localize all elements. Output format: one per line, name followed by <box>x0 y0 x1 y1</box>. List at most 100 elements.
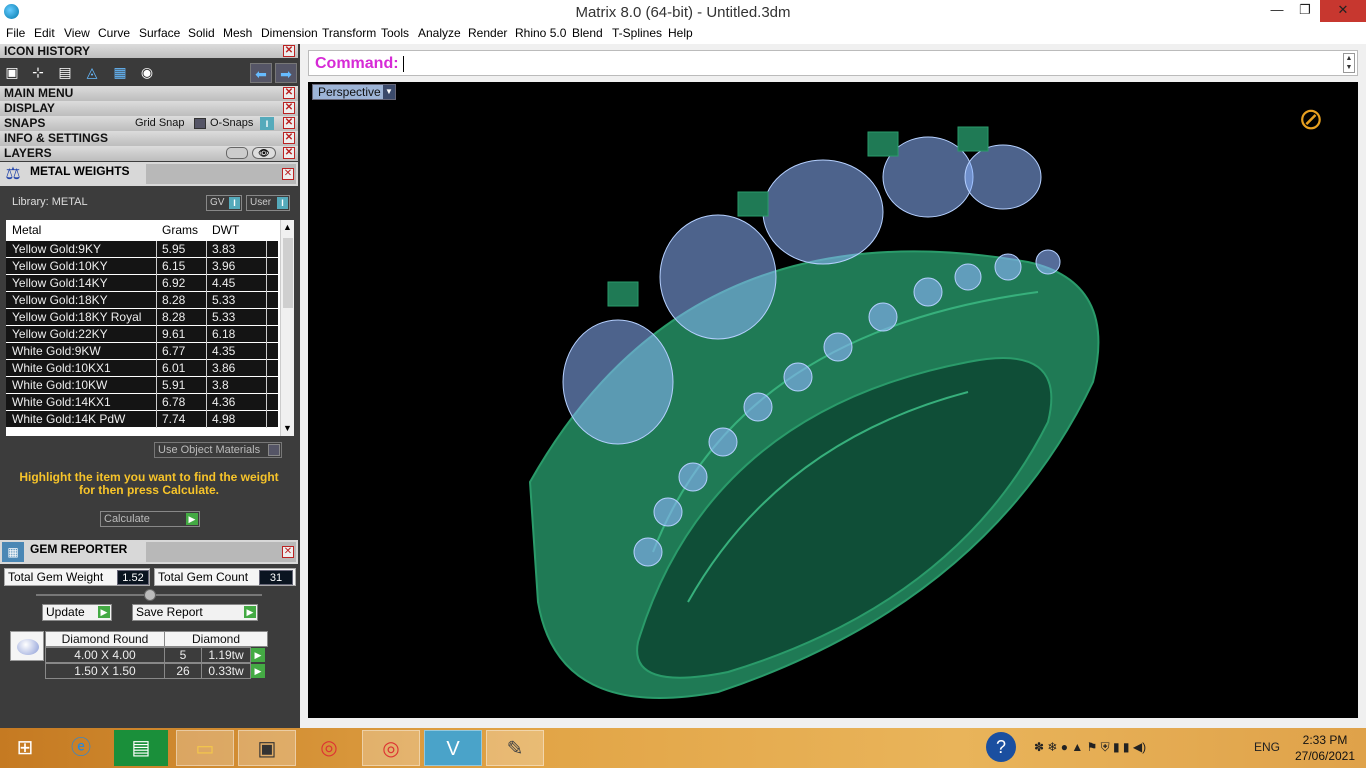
o-snaps-toggle[interactable]: I <box>260 117 274 130</box>
document-icon[interactable]: ▤ <box>55 62 75 82</box>
language-indicator[interactable]: ENG <box>1254 738 1280 756</box>
matrix-icon[interactable]: ▣ <box>238 730 296 766</box>
command-bar[interactable]: Command: ▲ ▼ <box>308 50 1358 76</box>
start-button[interactable]: ⊞ <box>0 730 54 766</box>
info-settings-header[interactable]: INFO & SETTINGS ✕ <box>0 131 298 146</box>
maximize-button[interactable]: ❐ <box>1290 0 1320 22</box>
column-divider <box>156 360 157 377</box>
scroll-thumb[interactable] <box>283 238 293 308</box>
save-icon[interactable]: ▣ <box>2 62 22 82</box>
play-icon[interactable]: ▶ <box>251 648 265 662</box>
table-row[interactable]: White Gold:10KW 5.91 3.8 <box>6 377 278 394</box>
column-divider <box>206 377 207 394</box>
menu-analyze[interactable]: Analyze <box>418 26 461 40</box>
menu-mesh[interactable]: Mesh <box>223 26 252 40</box>
menu-edit[interactable]: Edit <box>34 26 55 40</box>
use-object-materials-check[interactable] <box>268 444 280 456</box>
gem-size[interactable]: 4.00 X 4.00 <box>45 647 165 663</box>
gem-icon[interactable]: ◬ <box>82 62 102 82</box>
scroll-down-icon[interactable]: ▼ <box>283 423 292 433</box>
menu-tools[interactable]: Tools <box>381 26 409 40</box>
use-object-materials-toggle[interactable]: Use Object Materials <box>154 442 282 458</box>
menu-view[interactable]: View <box>64 26 90 40</box>
table-row[interactable]: Yellow Gold:14KY 6.92 4.45 <box>6 275 278 292</box>
folder-icon[interactable]: ▭ <box>176 730 234 766</box>
clock[interactable]: 2:33 PM 27/06/2021 <box>1290 732 1360 764</box>
tray-icons[interactable]: ✽ ❄ ● ▲ ⚑ ⛨ ▮ ▮ ◀) <box>1034 738 1146 756</box>
metal-name: Yellow Gold:22KY <box>12 327 108 341</box>
minimize-button[interactable]: — <box>1262 0 1292 22</box>
menu-curve[interactable]: Curve <box>98 26 130 40</box>
menu-rhino[interactable]: Rhino 5.0 <box>515 26 566 40</box>
layers-header[interactable]: LAYERS 👁 ✕ <box>0 146 298 161</box>
menu-tsplines[interactable]: T-Splines <box>612 26 662 40</box>
grid-snap-label[interactable]: Grid Snap <box>135 116 185 131</box>
grid-snap-toggle[interactable] <box>194 118 206 129</box>
save-report-button[interactable]: Save Report ▶ <box>132 604 258 621</box>
close-icon[interactable]: ✕ <box>283 117 295 129</box>
eye-icon[interactable]: 👁 <box>252 147 276 159</box>
metal-scrollbar[interactable]: ▲ ▼ <box>280 220 294 436</box>
close-icon[interactable]: ✕ <box>282 546 294 558</box>
chrome-icon[interactable]: ◎ <box>362 730 420 766</box>
ring-tool-icon[interactable]: ⊘ <box>1294 100 1328 140</box>
user-toggle[interactable]: User I <box>246 195 290 211</box>
splitter-slider[interactable] <box>36 589 262 601</box>
menu-transform[interactable]: Transform <box>322 26 376 40</box>
col-grams[interactable]: Grams <box>156 220 198 240</box>
table-row[interactable]: Yellow Gold:10KY 6.15 3.96 <box>6 258 278 275</box>
menu-file[interactable]: File <box>6 26 25 40</box>
table-row[interactable]: Yellow Gold:18KY 8.28 5.33 <box>6 292 278 309</box>
paint-icon[interactable]: ✎ <box>486 730 544 766</box>
close-icon[interactable]: ✕ <box>283 45 295 57</box>
forward-arrow-icon[interactable]: ➡ <box>275 63 297 83</box>
play-icon[interactable]: ▶ <box>251 664 265 678</box>
icon-history-header[interactable]: ICON HISTORY ✕ <box>0 44 298 59</box>
ie-icon[interactable]: ⓔ <box>52 730 110 766</box>
calculate-button[interactable]: Calculate ▶ <box>100 511 200 527</box>
close-icon[interactable]: ✕ <box>283 132 295 144</box>
column-divider <box>156 394 157 411</box>
close-icon[interactable]: ✕ <box>283 147 295 159</box>
close-icon[interactable]: ✕ <box>283 102 295 114</box>
menu-render[interactable]: Render <box>468 26 507 40</box>
grid-icon[interactable]: ▦ <box>110 62 130 82</box>
menu-solid[interactable]: Solid <box>188 26 215 40</box>
menu-blend[interactable]: Blend <box>572 26 603 40</box>
table-row[interactable]: Yellow Gold:22KY 9.61 6.18 <box>6 326 278 343</box>
menu-dimension[interactable]: Dimension <box>261 26 318 40</box>
menu-help[interactable]: Help <box>668 26 693 40</box>
metal-grams: 8.28 <box>162 293 186 307</box>
update-button[interactable]: Update ▶ <box>42 604 112 621</box>
table-row[interactable]: Yellow Gold:9KY 5.95 3.83 <box>6 241 278 258</box>
main-menu-header[interactable]: MAIN MENU ✕ <box>0 86 298 101</box>
display-header[interactable]: DISPLAY ✕ <box>0 101 298 116</box>
col-metal[interactable]: Metal <box>6 220 41 240</box>
table-row[interactable]: White Gold:14KX1 6.78 4.36 <box>6 394 278 411</box>
chrome-icon[interactable]: ◎ <box>300 730 358 766</box>
gem-size[interactable]: 1.50 X 1.50 <box>45 663 165 679</box>
table-row[interactable]: Yellow Gold:18KY Royal 8.28 5.33 <box>6 309 278 326</box>
vlc-icon[interactable]: V <box>424 730 482 766</box>
menu-surface[interactable]: Surface <box>139 26 180 40</box>
o-snaps-label[interactable]: O-Snaps <box>210 116 253 131</box>
back-arrow-icon[interactable]: ⬅ <box>250 63 272 83</box>
table-row[interactable]: White Gold:9KW 6.77 4.35 <box>6 343 278 360</box>
layer-lock-icon[interactable] <box>226 147 248 159</box>
close-icon[interactable]: ✕ <box>283 87 295 99</box>
store-icon[interactable]: ▤ <box>114 730 168 766</box>
help-icon[interactable]: ? <box>986 732 1016 762</box>
command-spinner[interactable]: ▲ ▼ <box>1343 53 1355 73</box>
table-row[interactable]: White Gold:14K PdW 7.74 4.98 <box>6 411 278 428</box>
snaps-header[interactable]: SNAPS Grid Snap O-Snaps I ✕ <box>0 116 298 131</box>
perspective-viewport[interactable]: Perspective ▼ ⊘ <box>308 82 1358 718</box>
gumball-icon[interactable]: ⊹ <box>28 62 48 82</box>
close-icon[interactable]: ✕ <box>282 168 294 180</box>
slider-knob[interactable] <box>144 589 156 601</box>
scroll-up-icon[interactable]: ▲ <box>283 222 292 232</box>
table-row[interactable]: White Gold:10KX1 6.01 3.86 <box>6 360 278 377</box>
col-dwt[interactable]: DWT <box>206 220 239 240</box>
close-button[interactable]: ✕ <box>1320 0 1366 22</box>
gv-toggle[interactable]: GV I <box>206 195 242 211</box>
play-icon[interactable]: ◉ <box>137 62 157 82</box>
